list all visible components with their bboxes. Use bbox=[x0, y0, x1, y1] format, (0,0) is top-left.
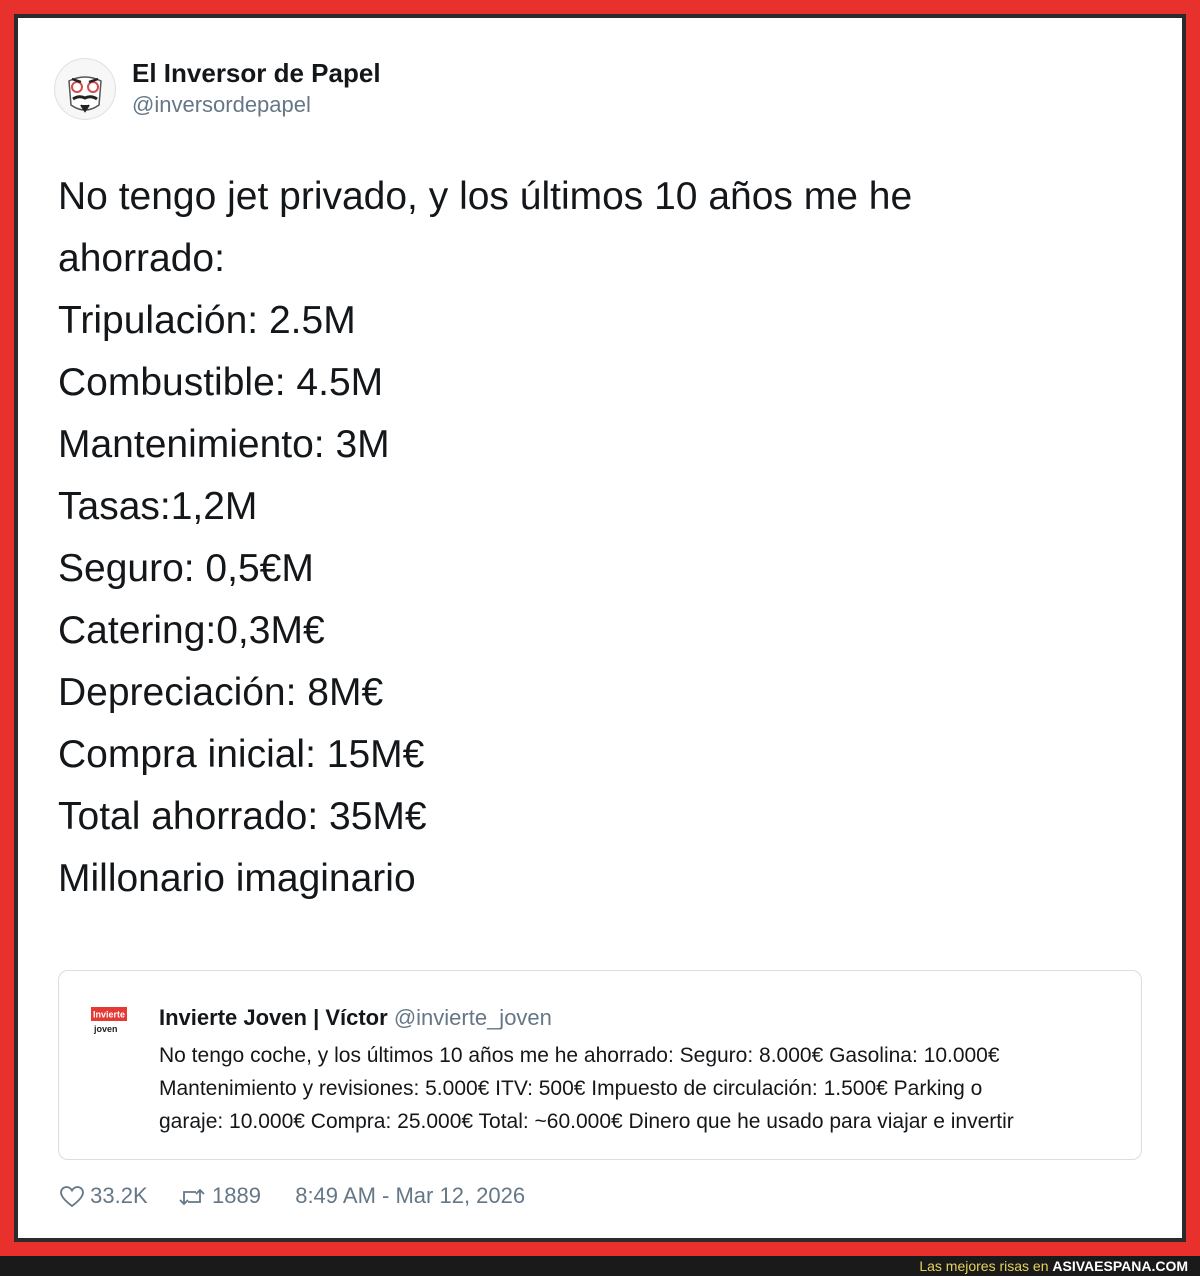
tweet-line: Mantenimiento: 3M bbox=[58, 423, 390, 466]
author-avatar[interactable] bbox=[54, 58, 116, 120]
watermark-text: Las mejores risas en bbox=[919, 1258, 1049, 1274]
tweet-line: Millonario imaginario bbox=[58, 857, 416, 900]
tweet-card: El Inversor de Papel @inversordepapel No… bbox=[18, 18, 1182, 1238]
tweet-line: Total ahorrado: 35M€ bbox=[58, 795, 427, 838]
tweet-line: Combustible: 4.5M bbox=[58, 361, 384, 404]
author-handle[interactable]: @inversordepapel bbox=[132, 92, 311, 118]
watermark[interactable]: Las mejores risas en ASIVAESPANA.COM bbox=[919, 1256, 1188, 1276]
invierte-joven-logo: Invierte joven bbox=[91, 1007, 127, 1034]
tweet-line: Tripulación: 2.5M bbox=[58, 299, 356, 342]
tweet-line: No tengo jet privado, y los últimos 10 a… bbox=[58, 175, 913, 218]
quoted-author-name: Invierte Joven | Víctor bbox=[159, 1005, 388, 1030]
quoted-line: Mantenimiento y revisiones: 5.000€ ITV: … bbox=[159, 1077, 983, 1100]
tweet-line: Depreciación: 8M€ bbox=[58, 671, 384, 714]
tweet-timestamp[interactable]: 8:49 AM - Mar 12, 2026 bbox=[295, 1183, 525, 1209]
tweet-line: Catering:0,3M€ bbox=[58, 609, 325, 652]
watermark-bar: Las mejores risas en ASIVAESPANA.COM bbox=[0, 1256, 1200, 1276]
quoted-author-handle: @invierte_joven bbox=[393, 1005, 552, 1030]
watermark-site: ASIVAESPANA.COM bbox=[1052, 1258, 1188, 1274]
tweet-text: No tengo jet privado, y los últimos 10 a… bbox=[58, 166, 1138, 910]
like-button[interactable]: 33.2K bbox=[60, 1183, 148, 1209]
tweet-footer: 33.2K 1889 8:49 AM - Mar 12, 2026 bbox=[60, 1182, 525, 1212]
quoted-line: garaje: 10.000€ Compra: 25.000€ Total: ~… bbox=[159, 1110, 1014, 1133]
quoted-tweet-text: No tengo coche, y los últimos 10 años me… bbox=[159, 1039, 1119, 1138]
tweet-line: Compra inicial: 15M€ bbox=[58, 733, 425, 776]
quoted-line: No tengo coche, y los últimos 10 años me… bbox=[159, 1044, 1000, 1067]
author-name[interactable]: El Inversor de Papel bbox=[132, 58, 381, 89]
tweet-line: ahorrado: bbox=[58, 237, 225, 280]
logo-line-2: joven bbox=[93, 1024, 118, 1034]
retweet-count: 1889 bbox=[212, 1183, 261, 1209]
heart-icon bbox=[60, 1186, 84, 1208]
tweet-line: Tasas:1,2M bbox=[58, 485, 258, 528]
tweet-line: Seguro: 0,5€M bbox=[58, 547, 314, 590]
logo-line-1: Invierte bbox=[93, 1010, 125, 1020]
retweet-icon bbox=[179, 1189, 205, 1206]
money-heist-mask-icon bbox=[56, 60, 114, 118]
quoted-tweet[interactable]: Invierte joven Invierte Joven | Víctor @… bbox=[58, 970, 1142, 1160]
like-count: 33.2K bbox=[90, 1183, 148, 1209]
retweet-button[interactable]: 1889 bbox=[178, 1183, 261, 1209]
quoted-author[interactable]: Invierte Joven | Víctor @invierte_joven bbox=[159, 1005, 552, 1031]
